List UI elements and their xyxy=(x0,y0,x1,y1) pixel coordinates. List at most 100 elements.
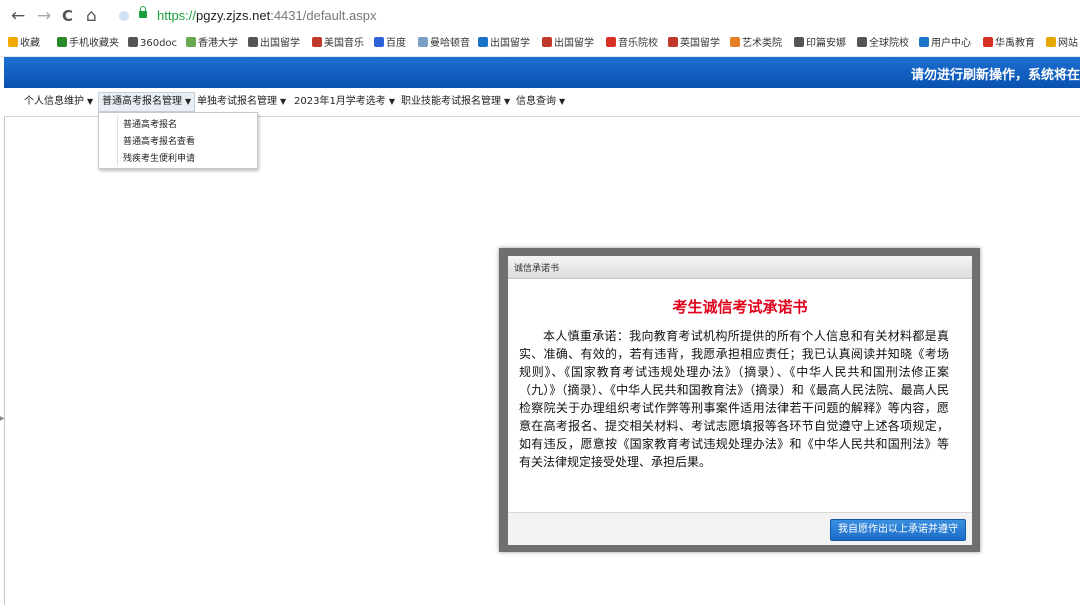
site-info-icon[interactable] xyxy=(119,11,129,21)
square-icon xyxy=(1046,37,1056,47)
diamond-icon xyxy=(478,37,488,47)
bookmark-label: 香港大学 xyxy=(198,38,238,49)
bookmark-label: 出国留学 xyxy=(490,38,530,49)
menu-label: 单独考试报名管理 xyxy=(197,96,277,107)
bookmark-item[interactable]: 百度 xyxy=(374,37,406,51)
bookmark-item[interactable]: 出国留学 xyxy=(542,37,594,51)
bookmark-item[interactable]: 印篇安娜 xyxy=(794,37,846,51)
caret-down-icon: ▼ xyxy=(185,97,192,106)
circle-icon xyxy=(919,37,929,47)
banner-notice: 请勿进行刷新操作，系统将在 xyxy=(910,68,1080,83)
bookmark-item[interactable]: 英国留学 xyxy=(668,37,720,51)
bookmark-label: 手机收藏夹 xyxy=(69,38,119,49)
bookmarks-bar: 收藏 手机收藏夹 360doc 香港大学 出国留学 美国音乐 百度 曼哈顿音 出国留学 出国留学 音… xyxy=(0,34,1080,57)
dropdown-item-disability-request[interactable]: 残疾考生便利申请 xyxy=(123,151,195,164)
bookmark-item[interactable]: 全球院校 xyxy=(857,37,909,51)
header-banner: 请勿进行刷新操作，系统将在 xyxy=(4,57,1080,88)
paw-icon xyxy=(374,37,384,47)
globe-icon xyxy=(857,37,867,47)
bookmark-label: 网站 xyxy=(1058,38,1078,49)
menu-label: 普通高考报名管理 xyxy=(102,96,182,107)
bookmark-label: 百度 xyxy=(386,38,406,49)
dialog-header-title: 诚信承诺书 xyxy=(514,264,560,274)
bookmark-item[interactable]: 艺术类院 xyxy=(730,37,782,51)
bookmark-item[interactable]: 曼哈顿音 xyxy=(418,37,470,51)
bookmark-item[interactable]: 用户中心 xyxy=(919,37,971,51)
menu-label: 2023年1月学考选考 xyxy=(294,96,386,107)
cap-icon xyxy=(542,37,552,47)
bookmark-item[interactable]: 收藏 xyxy=(8,37,40,51)
menu-academic-exam[interactable]: 2023年1月学考选考 ▼ xyxy=(294,95,395,109)
bookmark-label: 用户中心 xyxy=(931,38,971,49)
bookmark-label: 印篇安娜 xyxy=(806,38,846,49)
bookmark-label: 音乐院校 xyxy=(618,38,658,49)
bookmark-item[interactable]: 美国音乐 xyxy=(312,37,364,51)
logo-icon xyxy=(730,37,740,47)
bookmark-label: 出国留学 xyxy=(260,38,300,49)
caret-down-icon: ▼ xyxy=(388,97,395,106)
caret-down-icon: ▼ xyxy=(504,97,511,106)
integrity-pledge-dialog: 诚信承诺书 考生诚信考试承诺书 本人慎重承诺：我向教育考试机构所提供的所有个人信… xyxy=(508,256,972,545)
dialog-header: 诚信承诺书 xyxy=(508,256,972,279)
star-icon xyxy=(8,37,18,47)
menu-label: 职业技能考试报名管理 xyxy=(401,96,501,107)
globe-icon xyxy=(128,37,138,47)
reload-icon[interactable]: C xyxy=(62,6,73,26)
agree-button[interactable]: 我自愿作出以上承诺并遵守 xyxy=(830,519,966,541)
url-path: :4431/default.aspx xyxy=(270,8,377,23)
menu-vocational-exam[interactable]: 职业技能考试报名管理 ▼ xyxy=(401,95,510,109)
phone-icon xyxy=(57,37,67,47)
bookmark-item[interactable]: 音乐院校 xyxy=(606,37,658,51)
leaf-icon xyxy=(418,37,428,47)
globe-icon xyxy=(248,37,258,47)
home-icon[interactable]: ⌂ xyxy=(86,6,97,26)
menu-label: 信息查询 xyxy=(516,96,556,107)
dropdown-divider xyxy=(117,115,118,166)
bookmark-label: 收藏 xyxy=(20,38,40,49)
caret-down-icon: ▼ xyxy=(87,97,94,106)
caret-down-icon: ▼ xyxy=(559,97,566,106)
bookmark-item[interactable]: 香港大学 xyxy=(186,37,238,51)
url-host: pgzy.zjzs.net xyxy=(196,8,271,23)
lock-icon xyxy=(139,6,147,18)
menu-gaokao-registration[interactable]: 普通高考报名管理 ▼ xyxy=(98,92,196,112)
menu-label: 个人信息维护 xyxy=(24,96,84,107)
url-scheme: https:// xyxy=(157,8,197,23)
collapse-arrow-icon[interactable]: ▶ xyxy=(0,415,5,422)
pledge-text: 本人慎重承诺：我向教育考试机构所提供的所有个人信息和有关材料都是真实、准确、有效… xyxy=(519,329,949,469)
flower-icon xyxy=(186,37,196,47)
caret-down-icon: ▼ xyxy=(280,97,287,106)
dialog-footer: 我自愿作出以上承诺并遵守 xyxy=(508,512,972,545)
bookmark-item[interactable]: 出国留学 xyxy=(248,37,300,51)
bookmark-item[interactable]: 出国留学 xyxy=(478,37,530,51)
back-arrow-icon[interactable]: ← xyxy=(11,6,25,26)
gaokao-dropdown-menu: 普通高考报名 普通高考报名查看 残疾考生便利申请 xyxy=(98,112,258,169)
pledge-title: 考生诚信考试承诺书 xyxy=(672,298,808,316)
bookmark-item[interactable]: 手机收藏夹 xyxy=(57,37,119,51)
address-bar[interactable]: https://pgzy.zjzs.net:4431/default.aspx xyxy=(157,7,376,25)
circle-icon xyxy=(606,37,616,47)
bookmark-label: 英国留学 xyxy=(680,38,720,49)
bookmark-label: 华禹教育 xyxy=(995,38,1035,49)
square-icon xyxy=(794,37,804,47)
menu-personal-info[interactable]: 个人信息维护 ▼ xyxy=(24,95,93,109)
bookmark-item[interactable]: 360doc xyxy=(128,37,177,51)
bookmark-label: 美国音乐 xyxy=(324,38,364,49)
dropdown-item-view-registration[interactable]: 普通高考报名查看 xyxy=(123,134,195,147)
bookmark-item[interactable]: 网站 xyxy=(1046,37,1078,51)
content-left-border xyxy=(4,116,5,605)
dropdown-item-registration[interactable]: 普通高考报名 xyxy=(123,117,177,130)
forward-arrow-icon[interactable]: → xyxy=(37,6,51,26)
logo-icon xyxy=(312,37,322,47)
browser-toolbar: ← → C ⌂ https://pgzy.zjzs.net:4431/defau… xyxy=(0,0,1080,34)
diamond-icon xyxy=(983,37,993,47)
menu-single-exam[interactable]: 单独考试报名管理 ▼ xyxy=(197,95,286,109)
bookmark-label: 全球院校 xyxy=(869,38,909,49)
bookmark-label: 出国留学 xyxy=(554,38,594,49)
bookmark-label: 360doc xyxy=(140,38,178,49)
bookmark-label: 艺术类院 xyxy=(742,38,782,49)
bookmark-label: 曼哈顿音 xyxy=(430,38,470,49)
bookmark-item[interactable]: 华禹教育 xyxy=(983,37,1035,51)
logo-icon xyxy=(668,37,678,47)
menu-info-query[interactable]: 信息查询 ▼ xyxy=(516,95,565,109)
